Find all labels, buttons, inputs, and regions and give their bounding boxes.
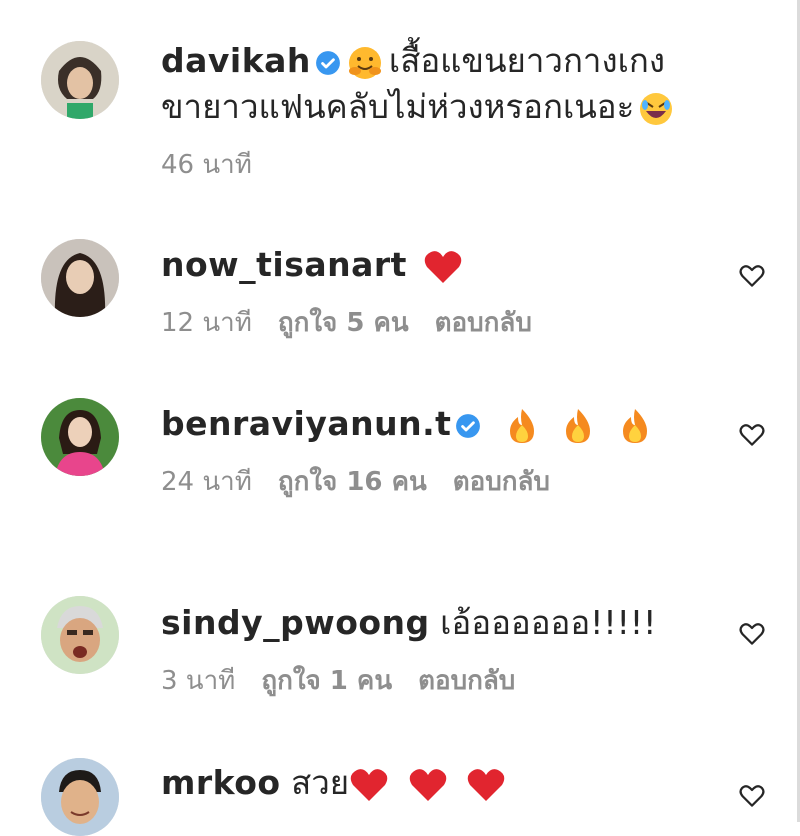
avatar[interactable] <box>41 239 119 317</box>
hugging-face-emoji-icon <box>348 46 381 79</box>
red-heart-emoji-icon <box>425 250 462 283</box>
reply-button[interactable]: ตอบกลับ <box>435 308 532 338</box>
comment-meta: 46 นาที <box>161 144 725 185</box>
fire-emoji-icon <box>566 408 591 443</box>
verified-badge-icon <box>316 50 340 75</box>
comment-username[interactable]: sindy_pwoong <box>161 603 430 642</box>
avatar[interactable] <box>41 596 119 674</box>
red-heart-emoji-icon <box>467 768 505 801</box>
comment-time: 3 นาที <box>161 666 236 696</box>
comment-likes[interactable]: ถูกใจ 5 คน <box>278 308 409 338</box>
comment-meta: 3 นาที ถูกใจ 1 คน ตอบกลับ <box>161 660 725 701</box>
comment-likes[interactable]: ถูกใจ 16 คน <box>278 467 427 497</box>
heart-outline-icon[interactable] <box>737 419 767 449</box>
avatar[interactable] <box>41 758 119 836</box>
avatar[interactable] <box>41 41 119 119</box>
verified-badge-icon <box>456 413 481 438</box>
comment-username[interactable]: mrkoo <box>161 763 281 802</box>
fire-emoji-icon <box>509 408 534 443</box>
red-heart-emoji-icon <box>350 768 388 801</box>
comment-meta: 24 นาที ถูกใจ 16 คน ตอบกลับ <box>161 461 725 502</box>
comment-username[interactable]: now_tisanart <box>161 245 407 284</box>
reply-button[interactable]: ตอบกลับ <box>453 467 550 497</box>
heart-outline-icon[interactable] <box>737 618 767 648</box>
fire-emoji-icon <box>622 408 647 443</box>
avatar[interactable] <box>41 398 119 476</box>
comment-text: สวย <box>291 763 350 802</box>
heart-outline-icon[interactable] <box>737 260 767 290</box>
rofl-emoji-icon <box>640 92 673 125</box>
comment-time: 24 นาที <box>161 467 252 497</box>
comment-text-continued: ขายาวแฟนคลับไม่ห่วงหรอกเนอะ <box>161 87 635 126</box>
red-heart-emoji-icon <box>409 768 446 801</box>
heart-outline-icon[interactable] <box>737 780 767 810</box>
comment-username[interactable]: davikah <box>161 41 311 80</box>
comment-text: เอ้ออออออ!!!!! <box>440 603 657 642</box>
reply-button[interactable]: ตอบกลับ <box>418 666 515 696</box>
comment-text: เสื้อแขนยาวกางเกง <box>388 41 665 80</box>
comment-time: 46 นาที <box>161 150 252 180</box>
comment-username[interactable]: benraviyanun.t <box>161 404 451 443</box>
comment-meta: 12 นาที ถูกใจ 5 คน ตอบกลับ <box>161 302 725 343</box>
comment-likes[interactable]: ถูกใจ 1 คน <box>261 666 392 696</box>
comment-time: 12 นาที <box>161 308 252 338</box>
